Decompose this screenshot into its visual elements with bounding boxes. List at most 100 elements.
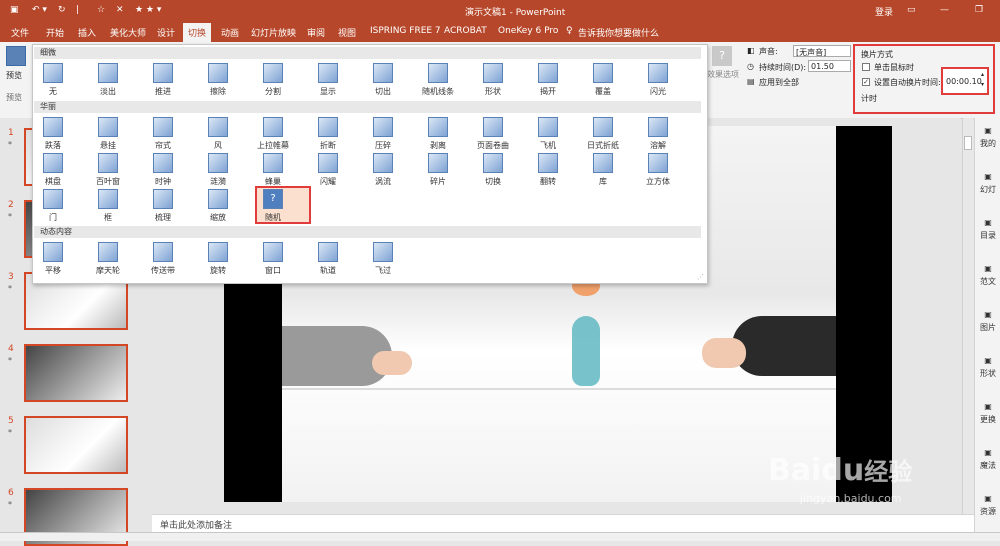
transition-subtle-2[interactable]: 推进 [138,61,188,101]
undo-icon[interactable]: ↶ ▾ [32,5,47,15]
transition-subtle-7[interactable]: 随机线条 [413,61,463,101]
pane-tool-icon[interactable]: ▣ [975,264,1000,273]
transition-exciting-25[interactable]: 框 [83,187,133,227]
transition-subtle-1[interactable]: 淡出 [83,61,133,101]
star-icon[interactable]: ☆ [97,5,105,15]
on-click-checkbox[interactable] [862,63,870,71]
after-time-input[interactable]: 00:00.10 ▴ ▾ [941,67,989,95]
tab-home[interactable]: 开始 [46,26,64,39]
transition-dynamic-1[interactable]: 摩天轮 [83,240,133,280]
restore-icon[interactable]: ❐ [975,5,983,15]
sound-select[interactable]: [无声音] [793,45,851,57]
transition-subtle-11[interactable]: 闪光 [633,61,683,101]
tab-view[interactable]: 视图 [338,26,356,39]
star-rating-icon[interactable]: ★ ★ ▾ [135,5,161,15]
transition-exciting-4[interactable]: 上拉帷幕 [248,115,298,155]
transition-subtle-5[interactable]: 显示 [303,61,353,101]
transition-exciting-20[interactable]: 切换 [468,151,518,191]
slide-thumbnail[interactable] [24,344,128,402]
tab-transitions[interactable]: 切换 [183,23,212,43]
tell-me-input[interactable]: 告诉我你想要做什么 [578,26,659,39]
minimize-icon[interactable]: — [940,5,949,15]
transition-dynamic-5[interactable]: 轨道 [303,240,353,280]
notes-pane[interactable]: 单击此处添加备注 [152,514,974,533]
transition-exciting-24[interactable]: 门 [28,187,78,227]
pane-tool-label[interactable]: 范文 [975,276,1000,287]
pane-tool-label[interactable]: 魔法 [975,460,1000,471]
apply-all-button[interactable]: 应用到全部 [759,77,799,88]
transition-exciting-15[interactable]: 涟漪 [193,151,243,191]
transition-exciting-16[interactable]: 蜂巢 [248,151,298,191]
tab-design[interactable]: 设计 [157,26,175,39]
transition-dynamic-4[interactable]: 窗口 [248,240,298,280]
tab-onekey[interactable]: OneKey 6 Pro [498,26,558,36]
after-time-checkbox[interactable]: ✓ [862,78,870,86]
preview-button[interactable]: 预览 [6,70,22,81]
pane-tool-icon[interactable]: ▣ [975,448,1000,457]
tab-acrobat[interactable]: ACROBAT [444,26,487,36]
pane-tool-icon[interactable]: ▣ [975,494,1000,503]
magic-icon[interactable]: ✕ [116,5,124,15]
transition-exciting-12[interactable]: 棋盘 [28,151,78,191]
vertical-scrollbar[interactable] [962,118,973,514]
resize-grip-icon[interactable]: ⋰ [697,273,704,281]
transition-subtle-10[interactable]: 覆盖 [578,61,628,101]
transition-exciting-26[interactable]: 梳理 [138,187,188,227]
transition-exciting-17[interactable]: 闪耀 [303,151,353,191]
tab-insert[interactable]: 插入 [78,26,96,39]
transition-exciting-8[interactable]: 页面卷曲 [468,115,518,155]
transition-exciting-9[interactable]: 飞机 [523,115,573,155]
preview-icon[interactable] [6,46,26,66]
transition-exciting-1[interactable]: 悬挂 [83,115,133,155]
transition-exciting-6[interactable]: 压碎 [358,115,408,155]
pane-tool-label[interactable]: 形状 [975,368,1000,379]
tab-ispring[interactable]: ISPRING FREE 7 [370,26,441,36]
transition-exciting-0[interactable]: 跌落 [28,115,78,155]
pane-tool-label[interactable]: 资源 [975,506,1000,517]
login-link[interactable]: 登录 [875,5,893,18]
transition-subtle-8[interactable]: 形状 [468,61,518,101]
transition-exciting-3[interactable]: 风 [193,115,243,155]
spin-up-icon[interactable]: ▴ [981,71,984,78]
duration-input[interactable]: 01.50 [808,60,851,72]
transition-subtle-4[interactable]: 分割 [248,61,298,101]
tab-slideshow[interactable]: 幻灯片放映 [251,26,296,39]
pane-tool-icon[interactable]: ▣ [975,172,1000,181]
pane-tool-icon[interactable]: ▣ [975,402,1000,411]
scroll-thumb[interactable] [964,136,972,150]
transition-exciting-11[interactable]: 溶解 [633,115,683,155]
transition-exciting-19[interactable]: 碎片 [413,151,463,191]
transition-dynamic-0[interactable]: 平移 [28,240,78,280]
transition-subtle-0[interactable]: 无 [28,61,78,101]
app-menu-icon[interactable]: ▣ [10,5,19,15]
transition-subtle-9[interactable]: 揭开 [523,61,573,101]
transition-dynamic-6[interactable]: 飞过 [358,240,408,280]
effect-options-icon[interactable]: ? [712,46,732,66]
pane-tool-icon[interactable]: ▣ [975,356,1000,365]
pane-tool-label[interactable]: 图片 [975,322,1000,333]
transition-exciting-5[interactable]: 折断 [303,115,353,155]
transition-exciting-22[interactable]: 库 [578,151,628,191]
transition-exciting-18[interactable]: 涡流 [358,151,408,191]
tab-beautify[interactable]: 美化大师 [110,26,146,39]
ribbon-display-icon[interactable]: ▭ [907,5,916,15]
tab-animations[interactable]: 动画 [221,26,239,39]
effect-options-button[interactable]: 效果选项 [707,69,739,80]
transition-exciting-23[interactable]: 立方体 [633,151,683,191]
pane-tool-icon[interactable]: ▣ [975,310,1000,319]
transition-exciting-10[interactable]: 日式折纸 [578,115,628,155]
pane-tool-icon[interactable]: ▣ [975,218,1000,227]
spin-down-icon[interactable]: ▾ [981,81,984,88]
pane-tool-label[interactable]: 幻灯 [975,184,1000,195]
transition-exciting-28[interactable]: ? 随机 [248,187,298,227]
transition-dynamic-3[interactable]: 旋转 [193,240,243,280]
redo-icon[interactable]: ↻ [58,5,66,15]
transition-exciting-21[interactable]: 翻转 [523,151,573,191]
pane-tool-label[interactable]: 目录 [975,230,1000,241]
transition-exciting-27[interactable]: 缩放 [193,187,243,227]
pane-tool-icon[interactable]: ▣ [975,126,1000,135]
transition-exciting-14[interactable]: 时钟 [138,151,188,191]
transition-exciting-2[interactable]: 帘式 [138,115,188,155]
tab-review[interactable]: 审阅 [307,26,325,39]
transition-exciting-13[interactable]: 百叶窗 [83,151,133,191]
